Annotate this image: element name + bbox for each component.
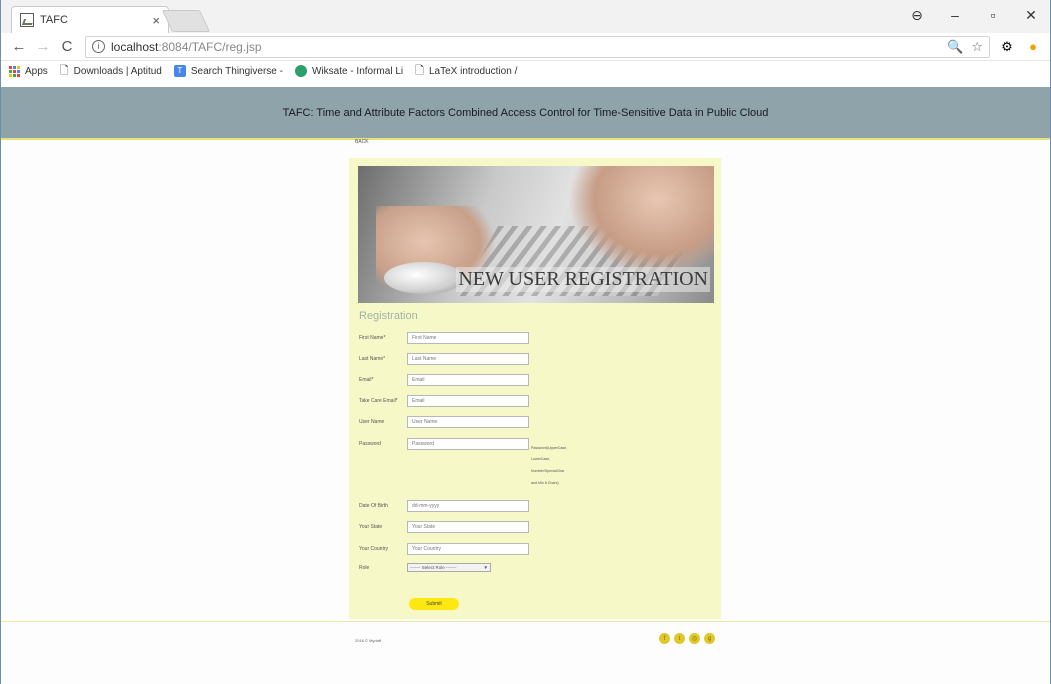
bookmark-label: Search Thingiverse - [190,65,283,77]
first-name-row: First Name* First Name [359,332,529,344]
registration-banner-image: NEW USER REGISTRATION [358,166,714,303]
back-link[interactable]: BACK [355,139,369,145]
bookmark-label: Wiksate - Informal Li [311,65,404,77]
role-row: Role ------- Select Role ------- ▼ [359,563,491,572]
form-title: Registration [359,310,418,322]
minimize-button[interactable]: – [936,7,974,23]
profile-icon[interactable]: ⊖ [898,7,936,24]
web-page: TAFC: Time and Attribute Factors Combine… [1,87,1050,684]
dropdown-arrow-icon: ▼ [483,565,488,570]
mouse-graphic [384,262,464,294]
typing-hand-graphic [568,166,714,276]
dribbble-icon[interactable]: ◎ [689,633,700,644]
care-email-input[interactable]: Email [407,395,529,407]
password-label: Password [359,441,381,447]
registration-panel: NEW USER REGISTRATION Registration First… [349,158,721,619]
state-label: Your State [359,524,383,530]
dob-input[interactable]: dd-mm-yyyy [407,500,529,512]
tab-title: TAFC [40,14,68,26]
dob-row: Date Of Birth dd-mm-yyyy [359,500,529,512]
info-icon[interactable]: i [92,40,105,53]
apps-grid-icon [9,65,20,77]
role-select-value: ------- Select Role ------- [410,565,457,570]
page-icon: 🗋 [415,64,424,77]
last-name-input[interactable]: Last Name [407,353,529,365]
back-arrow-icon[interactable]: ← [9,38,29,55]
site-footer: 2016 © Mydaff f t ◎ g [1,621,1050,684]
role-label: Role [359,564,370,571]
username-row: User Name User Name [359,416,529,428]
state-row: Your State Your State [359,521,529,533]
dob-label: Date Of Birth [359,503,388,509]
state-input[interactable]: Your State [407,521,529,533]
copyright-text: 2016 © Mydaff [355,638,381,643]
tab-strip: TAFC × ⊖ – ▫ ✕ [1,0,1050,33]
googleplus-icon[interactable]: g [704,633,715,644]
bookmark-label: LaTeX introduction / [428,65,518,77]
close-window-button[interactable]: ✕ [1012,7,1050,24]
username-label: User Name [359,419,385,425]
banner-title: NEW USER REGISTRATION [456,267,710,292]
password-hint: Password(UpperCase, [531,446,568,450]
page-title: TAFC: Time and Attribute Factors Combine… [282,106,769,119]
tab-tafc[interactable]: TAFC × [11,6,169,33]
extension-badge-icon[interactable]: ● [1024,39,1042,54]
last-name-row: Last Name* Last Name [359,353,529,365]
browser-window: TAFC × ⊖ – ▫ ✕ ← → C i localhost:8084/TA… [0,0,1051,684]
bookmark-apps[interactable]: Apps [9,65,48,77]
email-label: Email* [359,377,374,383]
first-name-label: First Name* [359,335,386,341]
bookmark-label: Apps [25,65,48,77]
email-row: Email* Email [359,374,529,386]
maximize-button[interactable]: ▫ [974,7,1012,23]
bookmark-downloads[interactable]: 🗋 Downloads | Aptitud [60,62,162,81]
care-email-row: Take Care Email* Email [359,395,529,407]
twitter-icon[interactable]: t [674,633,685,644]
forward-arrow-icon[interactable]: → [33,38,53,55]
url-host: localhost [111,39,159,54]
social-links: f t ◎ g [659,633,715,644]
bookmark-latex[interactable]: 🗋 LaTeX introduction / [415,62,517,81]
bookmark-star-icon[interactable]: ☆ [971,39,983,55]
facebook-icon[interactable]: f [659,633,670,644]
address-bar[interactable]: i localhost:8084/TAFC/reg.jsp 🔍 ☆ [85,35,990,58]
bookmark-thingiverse[interactable]: T Search Thingiverse - [173,65,283,77]
password-row: Password Password [359,438,529,450]
url-path: :8084/TAFC/reg.jsp [158,39,262,54]
country-input[interactable]: Your Country [407,543,529,555]
first-name-input[interactable]: First Name [407,332,529,344]
password-hint: and Min 8 Chars) [531,481,559,485]
wiksate-icon [294,65,307,77]
password-input[interactable]: Password [407,438,529,450]
extension-icon[interactable]: ⚙ [998,39,1016,55]
password-hint: Number/SpecialChar [531,469,565,473]
window-controls: ⊖ – ▫ ✕ [898,0,1050,30]
reload-icon[interactable]: C [57,38,77,55]
bookmarks-bar: Apps 🗋 Downloads | Aptitud T Search Thin… [1,61,1050,81]
submit-button[interactable]: Submit [409,598,459,610]
password-hint: LowerCase, [531,457,551,461]
role-select[interactable]: ------- Select Role ------- ▼ [407,563,491,572]
browser-toolbar: ← → C i localhost:8084/TAFC/reg.jsp 🔍 ☆ … [1,33,1050,61]
tab-close-icon[interactable]: × [152,13,160,28]
page-favicon-icon [20,13,34,27]
country-label: Your Country [359,546,388,552]
page-icon: 🗋 [59,64,69,77]
username-input[interactable]: User Name [407,416,529,428]
country-row: Your Country Your Country [359,543,529,555]
last-name-label: Last Name* [359,356,386,362]
email-input[interactable]: Email [407,374,529,386]
site-header: TAFC: Time and Attribute Factors Combine… [1,87,1050,140]
new-tab-button[interactable] [161,10,211,32]
care-email-label: Take Care Email* [359,398,398,404]
bookmark-label: Downloads | Aptitud [73,65,162,77]
thingiverse-icon: T [173,65,186,77]
zoom-icon[interactable]: 🔍 [947,39,963,55]
bookmark-wiksate[interactable]: Wiksate - Informal Li [294,65,404,77]
